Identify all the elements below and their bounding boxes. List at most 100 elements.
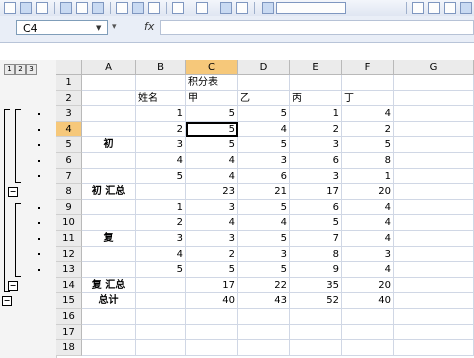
column-header-e[interactable]: E (290, 60, 342, 75)
cell-f4[interactable]: 2 (342, 121, 394, 138)
cell-b15[interactable] (136, 293, 186, 309)
cell-c2[interactable]: 甲 (186, 90, 238, 107)
dropdown-icon[interactable]: ▾ (112, 22, 117, 32)
cell-d17[interactable] (238, 324, 290, 341)
cell-f18[interactable] (342, 340, 394, 356)
row-header-1[interactable]: 1 (56, 75, 82, 91)
cell-a12[interactable] (82, 246, 136, 263)
cell-f13[interactable]: 4 (342, 262, 394, 278)
cell-e7[interactable]: 3 (290, 168, 342, 185)
row-header-18[interactable]: 18 (56, 340, 82, 356)
cell-f15[interactable]: 40 (342, 293, 394, 309)
cut-icon[interactable] (116, 2, 128, 14)
column-header-c[interactable]: C (186, 60, 238, 75)
cell-d5[interactable]: 5 (238, 137, 290, 153)
cell-e1[interactable] (290, 75, 342, 91)
cell-b7[interactable]: 5 (136, 168, 186, 185)
outline-detail-dot[interactable] (38, 269, 40, 271)
cell-c11[interactable]: 3 (186, 231, 238, 247)
chevron-down-icon[interactable]: ▼ (96, 24, 101, 32)
cell-a4[interactable] (82, 121, 136, 138)
cell-f11[interactable]: 4 (342, 231, 394, 247)
outline-level-2-button[interactable]: 2 (15, 64, 26, 75)
row-header-11[interactable]: 11 (56, 231, 82, 247)
cell-d3[interactable]: 5 (238, 106, 290, 122)
cell-e6[interactable]: 6 (290, 153, 342, 169)
cell-c15[interactable]: 40 (186, 293, 238, 309)
cell-c18[interactable] (186, 340, 238, 356)
cell-e5[interactable]: 3 (290, 137, 342, 153)
align-center-icon[interactable] (428, 2, 440, 14)
cell-f14[interactable]: 20 (342, 277, 394, 294)
cell-d14[interactable]: 22 (238, 277, 290, 294)
cell-b18[interactable] (136, 340, 186, 356)
print-icon[interactable] (60, 2, 72, 14)
preview-icon[interactable] (76, 2, 88, 14)
cell-g6[interactable] (394, 153, 474, 169)
chart-wizard-icon[interactable] (220, 2, 232, 14)
cell-g7[interactable] (394, 168, 474, 185)
cell-c16[interactable] (186, 309, 238, 325)
cell-f7[interactable]: 1 (342, 168, 394, 185)
cell-g12[interactable] (394, 246, 474, 263)
cell-b1[interactable] (136, 75, 186, 91)
row-header-4[interactable]: 4 (56, 121, 82, 138)
column-header-d[interactable]: D (238, 60, 290, 75)
cell-d15[interactable]: 43 (238, 293, 290, 309)
cell-d18[interactable] (238, 340, 290, 356)
cell-e4[interactable]: 2 (290, 121, 342, 138)
row-header-6[interactable]: 6 (56, 153, 82, 169)
cell-c9[interactable]: 3 (186, 199, 238, 216)
cell-d2[interactable]: 乙 (238, 90, 290, 107)
cell-d4[interactable]: 4 (238, 121, 290, 138)
cell-g4[interactable] (394, 121, 474, 138)
row-header-12[interactable]: 12 (56, 246, 82, 263)
cell-a1[interactable] (82, 75, 136, 91)
cell-d10[interactable]: 4 (238, 215, 290, 231)
cell-b16[interactable] (136, 309, 186, 325)
cell-c17[interactable] (186, 324, 238, 341)
cell-e2[interactable]: 丙 (290, 90, 342, 107)
cell-d7[interactable]: 6 (238, 168, 290, 185)
new-icon[interactable] (4, 2, 16, 14)
cell-c13[interactable]: 5 (186, 262, 238, 278)
cell-c1[interactable]: 积分表 (186, 75, 238, 91)
cell-a11[interactable]: 复 (82, 231, 136, 247)
cell-e18[interactable] (290, 340, 342, 356)
cell-g11[interactable] (394, 231, 474, 247)
outline-detail-dot[interactable] (38, 175, 40, 178)
cell-g17[interactable] (394, 324, 474, 341)
cell-b5[interactable]: 3 (136, 137, 186, 153)
outline-detail-dot[interactable] (38, 128, 40, 131)
cell-e12[interactable]: 8 (290, 246, 342, 263)
cell-a9[interactable] (82, 199, 136, 216)
cell-a13[interactable] (82, 262, 136, 278)
cell-d8[interactable]: 21 (238, 184, 290, 200)
row-header-13[interactable]: 13 (56, 262, 82, 278)
column-header-f[interactable]: F (342, 60, 394, 75)
cell-f16[interactable] (342, 309, 394, 325)
cell-a2[interactable] (82, 90, 136, 107)
sort-descending-icon[interactable] (196, 2, 208, 14)
cell-b13[interactable]: 5 (136, 262, 186, 278)
cell-f5[interactable]: 5 (342, 137, 394, 153)
cell-e11[interactable]: 7 (290, 231, 342, 247)
cell-d13[interactable]: 5 (238, 262, 290, 278)
cell-b14[interactable] (136, 277, 186, 294)
cell-f6[interactable]: 8 (342, 153, 394, 169)
cell-e15[interactable]: 52 (290, 293, 342, 309)
cell-a10[interactable] (82, 215, 136, 231)
cell-d6[interactable]: 3 (238, 153, 290, 169)
cell-d9[interactable]: 5 (238, 199, 290, 216)
spelling-icon[interactable] (92, 2, 104, 14)
outline-detail-dot[interactable] (38, 206, 40, 209)
cell-d12[interactable]: 3 (238, 246, 290, 263)
cell-c5[interactable]: 5 (186, 137, 238, 153)
cell-e10[interactable]: 5 (290, 215, 342, 231)
cell-f3[interactable]: 4 (342, 106, 394, 122)
cell-e14[interactable]: 35 (290, 277, 342, 294)
column-header-a[interactable]: A (82, 60, 136, 75)
cell-g18[interactable] (394, 340, 474, 356)
row-header-16[interactable]: 16 (56, 309, 82, 325)
cell-g13[interactable] (394, 262, 474, 278)
